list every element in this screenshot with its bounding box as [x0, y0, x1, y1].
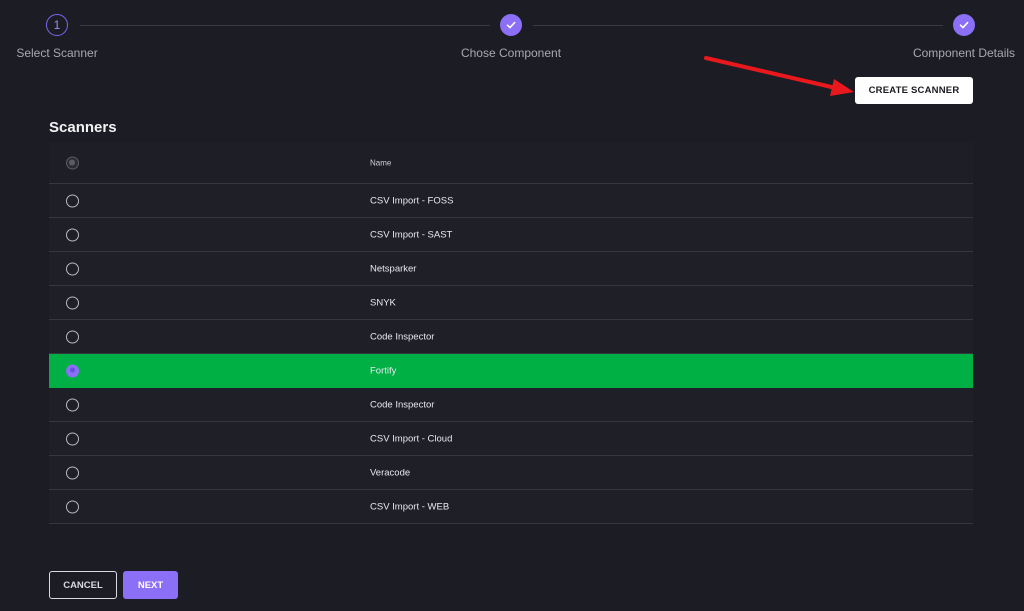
scanner-radio[interactable] [66, 262, 79, 275]
table-row[interactable]: CSV Import - SAST [49, 218, 973, 252]
scanner-radio[interactable] [66, 500, 79, 513]
scanner-radio[interactable] [66, 466, 79, 479]
scanner-name: SNYK [370, 297, 396, 308]
scanner-name: CSV Import - SAST [370, 229, 453, 240]
scanner-radio[interactable] [66, 330, 79, 343]
step-label: Chose Component [460, 46, 562, 60]
create-scanner-button[interactable]: CREATE SCANNER [855, 77, 973, 104]
stepper: 1 Select Scanner Chose Component Compone… [0, 0, 1024, 70]
scanner-name: Netsparker [370, 263, 417, 274]
table-row[interactable]: CSV Import - WEB [49, 490, 973, 524]
step-label: Component Details [912, 46, 1016, 60]
scanner-name: Code Inspector [370, 331, 435, 342]
scanner-radio[interactable] [66, 228, 79, 241]
check-icon [500, 14, 522, 36]
scanners-table: Name CSV Import - FOSS CSV Import - SAST N… [49, 142, 973, 524]
table-row[interactable]: Code Inspector [49, 388, 973, 422]
step-number: 1 [46, 14, 68, 36]
scanner-radio[interactable] [66, 432, 79, 445]
scanner-name: CSV Import - Cloud [370, 433, 453, 444]
table-row[interactable]: CSV Import - FOSS [49, 184, 973, 218]
table-row[interactable]: Code Inspector [49, 320, 973, 354]
step-component-details[interactable]: Component Details [912, 14, 1016, 60]
stepper-connector [80, 25, 490, 26]
scanner-radio[interactable] [66, 296, 79, 309]
scanner-radio[interactable] [66, 364, 79, 377]
table-row[interactable]: Fortify [49, 354, 973, 388]
column-header-name[interactable]: Name [370, 158, 391, 167]
step-select-scanner[interactable]: 1 Select Scanner [16, 14, 98, 60]
scanner-radio[interactable] [66, 194, 79, 207]
page-title: Scanners [49, 119, 117, 136]
scanner-name: CSV Import - WEB [370, 501, 450, 512]
scanner-name: Code Inspector [370, 399, 435, 410]
next-button[interactable]: NEXT [123, 571, 178, 599]
scanner-name: Fortify [370, 365, 397, 376]
step-label: Select Scanner [16, 46, 98, 60]
select-all-radio [66, 156, 79, 169]
table-header: Name [49, 142, 973, 184]
cancel-button[interactable]: CANCEL [49, 571, 117, 599]
table-row[interactable]: Netsparker [49, 252, 973, 286]
stepper-connector [533, 25, 943, 26]
step-chose-component[interactable]: Chose Component [461, 14, 561, 60]
table-row[interactable]: Veracode [49, 456, 973, 490]
check-icon [953, 14, 975, 36]
scanner-radio[interactable] [66, 398, 79, 411]
scanner-name: CSV Import - FOSS [370, 195, 454, 206]
scanner-name: Veracode [370, 467, 411, 478]
table-row[interactable]: SNYK [49, 286, 973, 320]
annotation-arrow-icon [704, 56, 854, 96]
table-row[interactable]: CSV Import - Cloud [49, 422, 973, 456]
